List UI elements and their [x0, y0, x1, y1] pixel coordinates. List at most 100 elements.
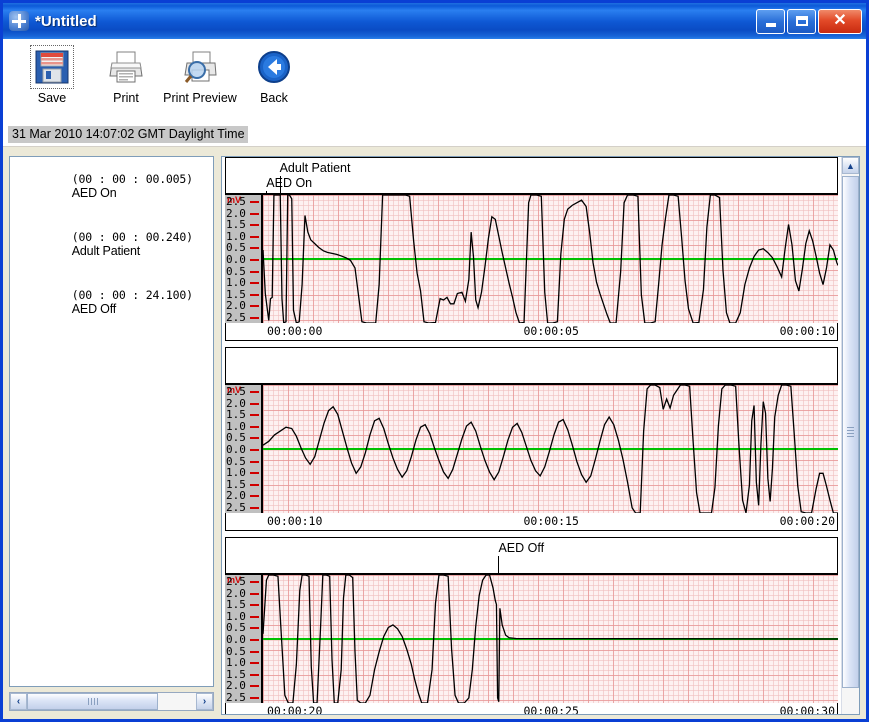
- y-axis-tick-mark: [250, 495, 259, 498]
- close-button[interactable]: ✕: [818, 8, 862, 34]
- scroll-track-vertical[interactable]: [842, 174, 859, 714]
- ecg-grid: [263, 195, 838, 323]
- print-label: Print: [113, 91, 139, 105]
- x-axis-tick-label: 00:00:20: [267, 704, 323, 714]
- y-axis-tick-mark: [250, 235, 259, 238]
- print-button[interactable]: Print: [89, 45, 163, 105]
- y-axis-tick-mark: [250, 317, 259, 319]
- y-axis-tick-label: 1.0: [226, 656, 246, 670]
- strip-body: mV 2.5 2.0 1.5 1.0 0.5 0.0 0.5 1.0 1.5 2.0 2.5: [225, 575, 838, 703]
- x-axis-tick-label: 00:00:00: [267, 324, 323, 338]
- y-axis-tick-label: 1.0: [226, 466, 246, 480]
- scroll-thumb[interactable]: [27, 693, 158, 710]
- y-axis-tick-mark: [250, 270, 259, 273]
- print-preview-glyph: [184, 51, 217, 83]
- x-axis-tick-label: 00:00:10: [779, 324, 835, 338]
- strip-body: mV 2.5 2.0 1.5 1.0 0.5 0.0 0.5 1.0 1.5 2.0 2.5: [225, 195, 838, 323]
- y-axis-tick-label: 2.0: [226, 396, 246, 410]
- y-axis-tick-mark: [250, 282, 259, 285]
- y-axis-tick-mark: [250, 483, 259, 486]
- y-axis-tick-mark: [250, 224, 259, 227]
- x-axis: 00:00:20 00:00:25 00:00:30: [225, 703, 838, 714]
- y-axis-tick-label: 1.5: [226, 408, 246, 422]
- window-title: *Untitled: [35, 12, 97, 30]
- y-axis-tick-mark: [250, 472, 259, 475]
- save-button[interactable]: Save: [15, 45, 89, 105]
- y-axis-tick-label: 2.5: [226, 691, 246, 703]
- toolbar: Save Print Print Preview Back: [3, 39, 866, 128]
- minimize-icon: [765, 23, 776, 27]
- ecg-trace-svg: [263, 385, 838, 513]
- back-button[interactable]: Back: [237, 45, 311, 105]
- maximize-button[interactable]: [787, 8, 816, 34]
- strip-annotation-tick: [498, 556, 500, 574]
- x-axis: 00:00:00 00:00:05 00:00:10: [225, 323, 838, 341]
- event-time: (00 : 00 : 00.240): [71, 230, 193, 244]
- y-axis-tick-label: 0.5: [226, 644, 246, 658]
- y-axis-tick-label: 0.5: [226, 454, 246, 468]
- y-axis-tick-label: 0.0: [226, 633, 246, 646]
- y-axis-tick-mark: [250, 685, 259, 688]
- y-axis-tick-label: 0.5: [226, 264, 246, 278]
- back-arrow-glyph: [258, 51, 290, 83]
- y-axis-tick-mark: [250, 414, 259, 417]
- x-axis-tick-label: 00:00:10: [267, 514, 323, 528]
- y-axis-tick-mark: [250, 201, 259, 203]
- print-preview-button[interactable]: Print Preview: [163, 45, 237, 105]
- scroll-grip-vertical-icon: [847, 427, 854, 437]
- strip-annotation-header: AED Off: [225, 537, 838, 575]
- y-axis-tick-mark: [250, 604, 259, 607]
- scroll-left-button[interactable]: ‹: [10, 693, 27, 710]
- ecg-strips-container: Adult Patient AED On mV 2.5 2.0 1.5 1.0 0.5 0.0 0…: [222, 157, 841, 714]
- ecg-strip: AED Off mV 2.5 2.0 1.5 1.0 0.5 0.0 0.5 1.0 1.5 2.0 2…: [225, 537, 838, 714]
- y-axis-tick-mark: [250, 650, 259, 653]
- scroll-right-button[interactable]: ›: [196, 693, 213, 710]
- scroll-grip-icon: [87, 698, 98, 705]
- y-axis-tick-label: 2.5: [226, 195, 246, 208]
- maximize-icon: [795, 16, 808, 26]
- list-item[interactable]: (00 : 00 : 00.240) Adult Patient: [10, 215, 213, 273]
- strip-body: mV 2.5 2.0 1.5 1.0 0.5 0.0 0.5 1.0 1.5 2.0 2.5: [225, 385, 838, 513]
- y-axis-tick-mark: [250, 391, 259, 393]
- ecg-strip: mV 2.5 2.0 1.5 1.0 0.5 0.0 0.5 1.0 1.5 2.0 2.5 00:00…: [225, 347, 838, 531]
- scroll-track[interactable]: [27, 693, 196, 710]
- event-list-horizontal-scrollbar[interactable]: ‹ ›: [9, 692, 214, 711]
- event-label: AED On: [71, 186, 117, 200]
- minimize-button[interactable]: [756, 8, 785, 34]
- y-axis: mV 2.5 2.0 1.5 1.0 0.5 0.0 0.5 1.0 1.5 2.0 2.5: [225, 195, 263, 323]
- y-axis-tick-mark: [250, 305, 259, 308]
- y-axis-tick-label: 0.5: [226, 431, 246, 445]
- y-axis-tick-label: 2.0: [226, 299, 246, 313]
- ecg-vertical-scrollbar[interactable]: ▲: [841, 157, 859, 714]
- y-axis-tick-label: 0.0: [226, 253, 246, 266]
- application-window: *Untitled ✕ Save Print Print Preview Bac…: [0, 0, 869, 722]
- y-axis-tick-mark: [250, 673, 259, 676]
- strip-annotation-label: Adult Patient: [279, 161, 351, 175]
- list-item[interactable]: (00 : 00 : 24.100) AED Off: [10, 273, 213, 331]
- y-axis-tick-mark: [250, 662, 259, 665]
- y-axis: mV 2.5 2.0 1.5 1.0 0.5 0.0 0.5 1.0 1.5 2.0 2.5: [225, 575, 263, 703]
- main-content: (00 : 00 : 00.005) AED On (00 : 00 : 00.…: [3, 147, 866, 719]
- y-axis-tick-mark: [250, 581, 259, 583]
- recording-timestamp: 31 Mar 2010 14:07:02 GMT Daylight Time: [8, 125, 248, 143]
- scroll-up-button[interactable]: ▲: [842, 157, 859, 174]
- ecg-trace-svg: [263, 575, 838, 703]
- event-list-panel[interactable]: (00 : 00 : 00.005) AED On (00 : 00 : 00.…: [9, 156, 214, 687]
- list-item[interactable]: (00 : 00 : 00.005) AED On: [10, 157, 213, 215]
- event-label: AED Off: [71, 302, 117, 316]
- ecg-trace-svg: [263, 195, 838, 323]
- y-axis-tick-mark: [250, 697, 259, 699]
- y-axis-tick-mark: [250, 247, 259, 250]
- y-axis-tick-mark: [250, 592, 259, 595]
- print-preview-icon: [178, 45, 222, 89]
- window-controls: ✕: [756, 8, 864, 34]
- floppy-disk-glyph: [35, 50, 69, 84]
- ecg-grid: [263, 575, 838, 703]
- x-axis-tick-label: 00:00:30: [779, 704, 835, 714]
- scroll-thumb-vertical[interactable]: [842, 176, 859, 688]
- x-axis: 00:00:10 00:00:15 00:00:20: [225, 513, 838, 531]
- strip-annotation-tick: [266, 191, 268, 194]
- y-axis-tick-mark: [250, 460, 259, 463]
- y-axis-tick-label: 2.5: [226, 575, 246, 588]
- y-axis-tick-label: 1.0: [226, 229, 246, 243]
